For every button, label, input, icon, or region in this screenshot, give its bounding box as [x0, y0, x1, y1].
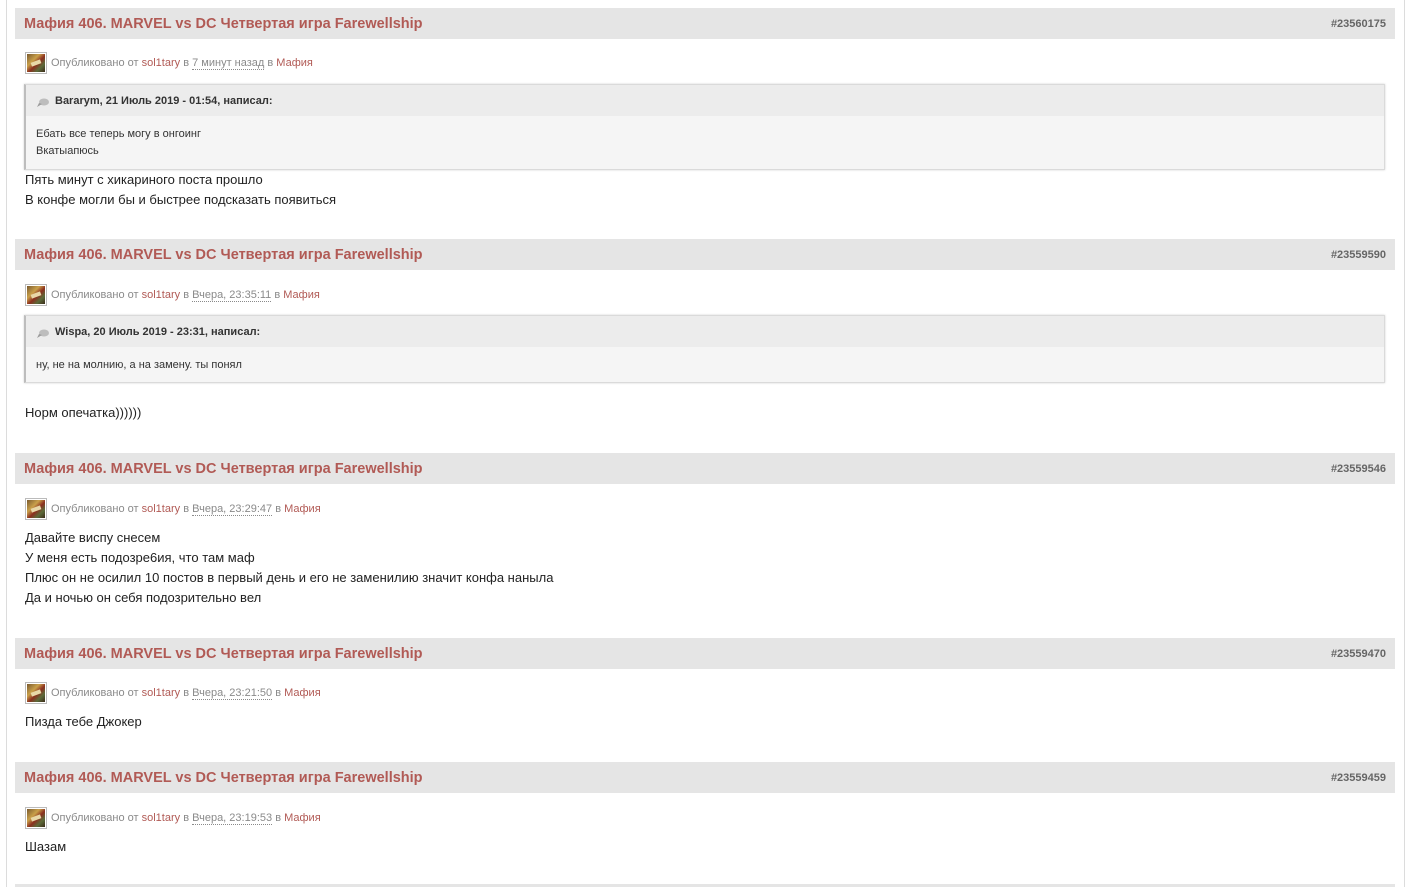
author-link[interactable]: sol1tary [142, 687, 181, 699]
post-body: Пизда тебе Джокер [25, 712, 142, 732]
speech-bubble-icon [37, 329, 49, 338]
search-result-post: Мафия 406. MARVEL vs DC Четвертая игра F… [15, 8, 1395, 207]
search-result-post: Мафия 406. MARVEL vs DC Четвертая игра F… [15, 762, 1395, 854]
quote-block: Wispa, 20 Июль 2019 - 23:31, написал: ну… [24, 315, 1385, 383]
post-time: 7 минут назад [192, 56, 265, 70]
quote-block: Bararym, 21 Июль 2019 - 01:54, написал: … [24, 84, 1385, 170]
published-by-label: Опубликовано от [51, 57, 139, 69]
post-id-link[interactable]: #23559470 [1331, 648, 1386, 660]
quote-header: Bararym, 21 Июль 2019 - 01:54, написал: [26, 85, 1384, 116]
post-header: Мафия 406. MARVEL vs DC Четвертая игра F… [15, 762, 1395, 793]
quote-line: Ебать все теперь могу в онгоинг [36, 128, 201, 140]
post-meta: Опубликовано от sol1tary в Вчера, 23:29:… [25, 498, 321, 520]
post-line: Плюс он не осилил 10 постов в первый ден… [25, 570, 554, 585]
published-by-label: Опубликовано от [51, 812, 139, 824]
post-meta: Опубликовано от sol1tary в Вчера, 23:21:… [25, 682, 321, 704]
avatar[interactable] [25, 682, 47, 704]
post-body: Норм опечатка)))))) [25, 403, 141, 423]
search-result-post: Мафия 406. MARVEL vs DC Четвертая игра F… [15, 239, 1395, 420]
avatar-image [27, 54, 45, 72]
avatar-image [27, 809, 45, 827]
post-line: Да и ночью он себя подозрительно вел [25, 590, 262, 605]
avatar-image [27, 286, 45, 304]
quote-author: Wispa, 20 Июль 2019 - 23:31, написал: [55, 325, 261, 338]
forum-link[interactable]: Мафия [284, 687, 321, 699]
post-line: У меня есть подозре6ия, что там маф [25, 550, 255, 565]
quote-author: Bararym, 21 Июль 2019 - 01:54, написал: [55, 94, 273, 107]
post-header: Мафия 406. MARVEL vs DC Четвертая игра F… [15, 8, 1395, 39]
quote-body: ну, не на молнию, а на замену. ты понял [26, 347, 1384, 382]
avatar[interactable] [25, 807, 47, 829]
forum-link[interactable]: Мафия [284, 503, 321, 515]
post-id-link[interactable]: #23560175 [1331, 18, 1386, 30]
post-body: Шазам [25, 837, 66, 857]
quote-header: Wispa, 20 Июль 2019 - 23:31, написал: [26, 316, 1384, 347]
post-meta: Опубликовано от sol1tary в Вчера, 23:35:… [25, 284, 320, 306]
published-by-label: Опубликовано от [51, 289, 139, 301]
post-title-link[interactable]: Мафия 406. MARVEL vs DC Четвертая игра F… [24, 16, 423, 32]
avatar-image [27, 684, 45, 702]
avatar[interactable] [25, 52, 47, 74]
post-header: Мафия 406. MARVEL vs DC Четвертая игра F… [15, 638, 1395, 669]
post-time: Вчера, 23:29:47 [192, 502, 273, 516]
author-link[interactable]: sol1tary [142, 57, 181, 69]
avatar-image [27, 500, 45, 518]
post-id-link[interactable]: #23559546 [1331, 463, 1386, 475]
forum-link[interactable]: Мафия [276, 57, 313, 69]
post-line: Пять минут с хикариного поста прошло [25, 172, 263, 187]
search-result-post: Мафия 406. MARVEL vs DC Четвертая игра F… [15, 453, 1395, 605]
post-header: Мафия 406. MARVEL vs DC Четвертая игра F… [15, 239, 1395, 270]
post-line: Норм опечатка)))))) [25, 405, 142, 420]
post-time: Вчера, 23:19:53 [192, 811, 273, 825]
post-line: Давайте виспу снесем [25, 530, 161, 545]
post-meta: Опубликовано от sol1tary в 7 минут назад… [25, 52, 313, 74]
post-title-link[interactable]: Мафия 406. MARVEL vs DC Четвертая игра F… [24, 770, 423, 786]
author-link[interactable]: sol1tary [142, 812, 181, 824]
post-body: Пять минут с хикариного поста прошло В к… [25, 170, 336, 210]
quote-line: Вкатыапюсь [36, 145, 99, 157]
post-line: Пизда тебе Джокер [25, 714, 142, 729]
post-line: Шазам [25, 839, 67, 854]
search-result-post: Мафия 406. MARVEL vs DC Четвертая игра F… [15, 638, 1395, 729]
quote-line: ну, не на молнию, а на замену. ты понял [36, 359, 242, 371]
post-time: Вчера, 23:21:50 [192, 686, 273, 700]
post-line: В конфе могли бы и быстрее подсказать по… [25, 192, 337, 207]
avatar[interactable] [25, 284, 47, 306]
quote-body: Ебать все теперь могу в онгоинг Вкатыапю… [26, 116, 1384, 168]
forum-link[interactable]: Мафия [284, 812, 321, 824]
post-time: Вчера, 23:35:11 [192, 288, 272, 302]
author-link[interactable]: sol1tary [142, 289, 181, 301]
published-by-label: Опубликовано от [51, 687, 139, 699]
avatar[interactable] [25, 498, 47, 520]
post-id-link[interactable]: #23559590 [1331, 249, 1386, 261]
post-title-link[interactable]: Мафия 406. MARVEL vs DC Четвертая игра F… [24, 461, 423, 477]
post-header: Мафия 406. MARVEL vs DC Четвертая игра F… [15, 453, 1395, 484]
author-link[interactable]: sol1tary [142, 503, 181, 515]
post-meta: Опубликовано от sol1tary в Вчера, 23:19:… [25, 807, 321, 829]
post-title-link[interactable]: Мафия 406. MARVEL vs DC Четвертая игра F… [24, 247, 423, 263]
post-body: Давайте виспу снесем У меня есть подозре… [25, 528, 553, 608]
published-by-label: Опубликовано от [51, 503, 139, 515]
forum-link[interactable]: Мафия [283, 289, 320, 301]
speech-bubble-icon [37, 98, 49, 107]
post-id-link[interactable]: #23559459 [1331, 772, 1386, 784]
post-title-link[interactable]: Мафия 406. MARVEL vs DC Четвертая игра F… [24, 646, 423, 662]
